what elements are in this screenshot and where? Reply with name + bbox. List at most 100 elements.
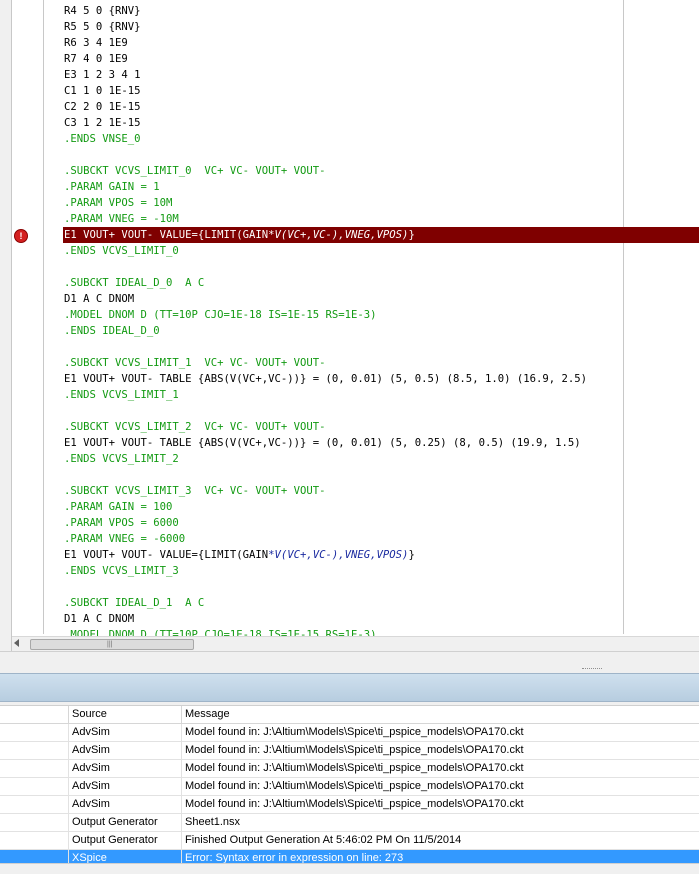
message-row[interactable]: Output Generator Sheet1.nsx	[0, 814, 699, 832]
code-line[interactable]: R7 4 0 1E9	[64, 51, 699, 67]
message-text: Model found in: J:\Altium\Models\Spice\t…	[181, 760, 699, 777]
code-text: E3 1 2 3 4 1	[64, 69, 141, 81]
code-line[interactable]: .ENDS VNSE_0	[64, 131, 699, 147]
code-text: R4 5 0 {RNV}	[64, 5, 141, 17]
column-header-blank[interactable]	[0, 706, 67, 723]
message-row[interactable]: AdvSim Model found in: J:\Altium\Models\S…	[0, 796, 699, 814]
messages-table-header: Source Message	[0, 706, 699, 724]
splitter-grip[interactable]	[582, 668, 602, 671]
code-line[interactable]: .PARAM GAIN = 100	[64, 499, 699, 515]
message-text: Finished Output Generation At 5:46:02 PM…	[181, 832, 699, 849]
message-row-blank-cell	[0, 814, 67, 831]
message-row[interactable]: AdvSim Model found in: J:\Altium\Models\S…	[0, 724, 699, 742]
code-line[interactable]: E1 VOUT+ VOUT- TABLE {ABS(V(VC+,VC-))} =…	[64, 435, 699, 451]
code-text: C2 2 0 1E-15	[64, 101, 141, 113]
code-text: .SUBCKT VCVS_LIMIT_0 VC+ VC- VOUT+ VOUT-	[64, 165, 326, 177]
message-row-blank-cell	[0, 832, 67, 849]
code-line[interactable]: .ENDS VCVS_LIMIT_1	[64, 387, 699, 403]
code-line[interactable]: C3 1 2 1E-15	[64, 115, 699, 131]
message-text: Sheet1.nsx	[181, 814, 699, 831]
code-text: C1 1 0 1E-15	[64, 85, 141, 97]
code-text: .ENDS IDEAL_D_0	[64, 325, 160, 337]
message-row[interactable]: Output Generator Finished Output Generati…	[0, 832, 699, 850]
message-row-blank-cell	[0, 760, 67, 777]
message-source: AdvSim	[68, 796, 181, 813]
scroll-left-arrow-icon[interactable]	[14, 639, 19, 647]
code-line[interactable]: .PARAM VPOS = 6000	[64, 515, 699, 531]
message-row[interactable]: AdvSim Model found in: J:\Altium\Models\S…	[0, 778, 699, 796]
message-row-blank-cell	[0, 778, 67, 795]
code-line[interactable]: .SUBCKT IDEAL_D_1 A C	[64, 595, 699, 611]
message-text: Model found in: J:\Altium\Models\Spice\t…	[181, 778, 699, 795]
column-header-source[interactable]: Source	[68, 706, 181, 723]
editor-left-strip	[0, 0, 12, 672]
code-line[interactable]: .SUBCKT IDEAL_D_0 A C	[64, 275, 699, 291]
code-line[interactable]: R4 5 0 {RNV}	[64, 3, 699, 19]
error-icon[interactable]: !	[14, 229, 28, 243]
code-line[interactable]: E1 VOUT+ VOUT- TABLE {ABS(V(VC+,VC-))} =…	[64, 371, 699, 387]
scrollbar-thumb[interactable]: |||	[30, 639, 194, 650]
code-line[interactable]	[64, 579, 699, 595]
code-line[interactable]: .PARAM VPOS = 10M	[64, 195, 699, 211]
message-source: Output Generator	[68, 832, 181, 849]
code-text: D1 A C DNOM	[64, 613, 135, 625]
code-line[interactable]: R6 3 4 1E9	[64, 35, 699, 51]
gutter-divider	[43, 0, 44, 634]
code-text: .SUBCKT IDEAL_D_1 A C	[64, 597, 205, 609]
code-line-error[interactable]: E1 VOUT+ VOUT- VALUE={LIMIT(GAIN*V(VC+,V…	[63, 227, 699, 243]
code-text: .PARAM GAIN = 100	[64, 501, 173, 513]
code-editor[interactable]: ! R4 5 0 {RNV} R5 5 0 {RNV} R6 3 4 1E9 R7 4…	[0, 0, 699, 672]
code-text: .MODEL DNOM D (TT=10P CJO=1E-18 IS=1E-15…	[64, 309, 377, 321]
code-line[interactable]: .ENDS IDEAL_D_0	[64, 323, 699, 339]
code-line[interactable]: .ENDS VCVS_LIMIT_0	[64, 243, 699, 259]
message-text: Model found in: J:\Altium\Models\Spice\t…	[181, 742, 699, 759]
message-source: AdvSim	[68, 778, 181, 795]
code-line[interactable]: D1 A C DNOM	[64, 291, 699, 307]
code-line[interactable]	[64, 259, 699, 275]
code-text: .PARAM VPOS = 6000	[64, 517, 179, 529]
code-text: C3 1 2 1E-15	[64, 117, 141, 129]
code-text: .ENDS VCVS_LIMIT_3	[64, 565, 179, 577]
code-line[interactable]	[64, 147, 699, 163]
code-line[interactable]: .ENDS VCVS_LIMIT_2	[64, 451, 699, 467]
code-line[interactable]: .SUBCKT VCVS_LIMIT_0 VC+ VC- VOUT+ VOUT-	[64, 163, 699, 179]
code-text: .SUBCKT IDEAL_D_0 A C	[64, 277, 205, 289]
column-header-message[interactable]: Message	[181, 706, 699, 723]
code-line[interactable]: .SUBCKT VCVS_LIMIT_2 VC+ VC- VOUT+ VOUT-	[64, 419, 699, 435]
code-line[interactable]: .PARAM GAIN = 1	[64, 179, 699, 195]
code-text: .PARAM VPOS = 10M	[64, 197, 173, 209]
code-text: R7 4 0 1E9	[64, 53, 128, 65]
code-line[interactable]: .MODEL DNOM D (TT=10P CJO=1E-18 IS=1E-15…	[64, 307, 699, 323]
code-text: E1 VOUT+ VOUT- VALUE={LIMIT(GAIN	[64, 549, 269, 561]
code-line[interactable]: C1 1 0 1E-15	[64, 83, 699, 99]
code-line[interactable]: C2 2 0 1E-15	[64, 99, 699, 115]
code-line[interactable]	[64, 339, 699, 355]
message-source: Output Generator	[68, 814, 181, 831]
code-text: .SUBCKT VCVS_LIMIT_1 VC+ VC- VOUT+ VOUT-	[64, 357, 326, 369]
panel-splitter[interactable]	[0, 651, 699, 673]
code-line[interactable]: .SUBCKT VCVS_LIMIT_1 VC+ VC- VOUT+ VOUT-	[64, 355, 699, 371]
code-line[interactable]: R5 5 0 {RNV}	[64, 19, 699, 35]
code-text: .ENDS VCVS_LIMIT_1	[64, 389, 179, 401]
code-line[interactable]: D1 A C DNOM	[64, 611, 699, 627]
horizontal-scrollbar[interactable]: |||	[12, 636, 699, 651]
code-text: }	[408, 549, 415, 561]
code-line[interactable]: .SUBCKT VCVS_LIMIT_3 VC+ VC- VOUT+ VOUT-	[64, 483, 699, 499]
messages-panel: Source Message AdvSim Model found in: J:\…	[0, 705, 699, 874]
code-line[interactable]: .PARAM VNEG = -10M	[64, 211, 699, 227]
code-text: D1 A C DNOM	[64, 293, 135, 305]
code-text: .ENDS VNSE_0	[64, 133, 141, 145]
message-row[interactable]: AdvSim Model found in: J:\Altium\Models\S…	[0, 742, 699, 760]
code-line[interactable]: .ENDS VCVS_LIMIT_3	[64, 563, 699, 579]
code-text: E1 VOUT+ VOUT- TABLE {ABS(V(VC+,VC-))} =…	[64, 437, 581, 449]
code-line[interactable]: .PARAM VNEG = -6000	[64, 531, 699, 547]
message-row-blank-cell	[0, 796, 67, 813]
message-row[interactable]: AdvSim Model found in: J:\Altium\Models\S…	[0, 760, 699, 778]
code-text: .SUBCKT VCVS_LIMIT_3 VC+ VC- VOUT+ VOUT-	[64, 485, 326, 497]
code-line[interactable]	[64, 403, 699, 419]
code-text: }	[408, 229, 415, 241]
code-line[interactable]	[64, 467, 699, 483]
code-text: .PARAM VNEG = -6000	[64, 533, 186, 545]
code-line[interactable]: E1 VOUT+ VOUT- VALUE={LIMIT(GAIN*V(VC+,V…	[64, 547, 699, 563]
code-line[interactable]: E3 1 2 3 4 1	[64, 67, 699, 83]
